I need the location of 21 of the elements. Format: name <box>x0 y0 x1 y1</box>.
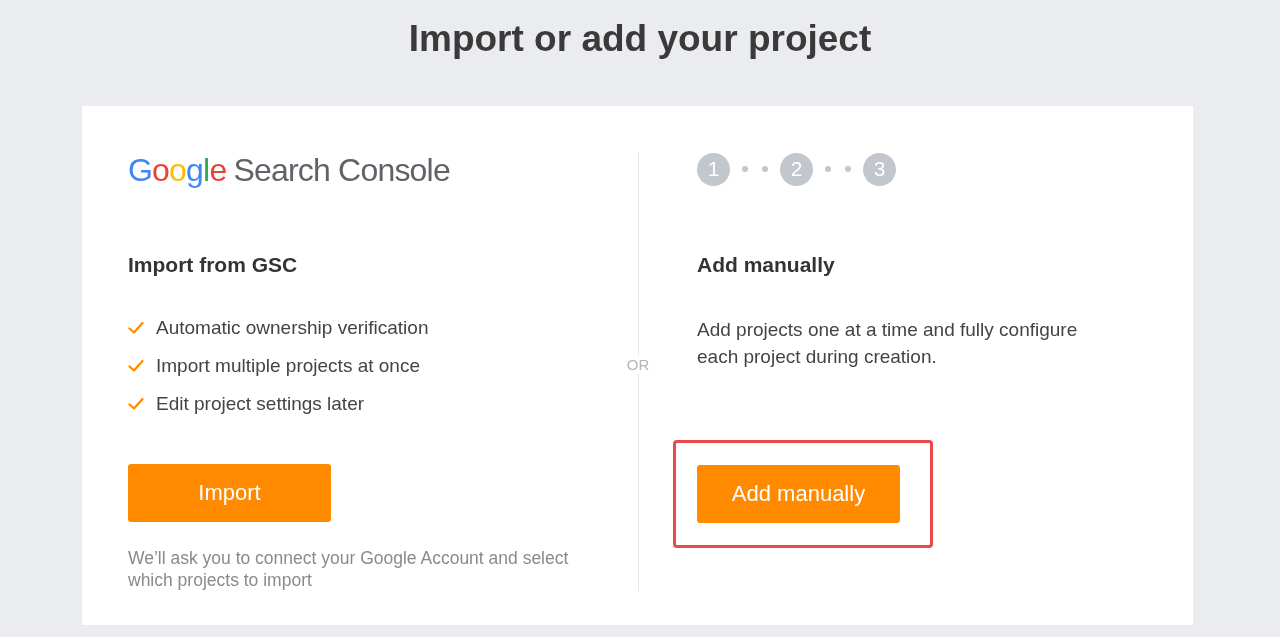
step-dot <box>845 166 851 172</box>
page-title: Import or add your project <box>407 17 873 61</box>
import-button[interactable]: Import <box>128 464 331 522</box>
feature-text: Import multiple projects at once <box>156 354 420 378</box>
checkmark-icon <box>128 397 144 411</box>
section-heading: Import from GSC <box>128 252 298 278</box>
step-number: 2 <box>780 152 813 186</box>
step-dot <box>762 166 768 172</box>
feature-text: Automatic ownership verification <box>156 316 429 340</box>
add-manually-button[interactable]: Add manually <box>697 465 900 523</box>
checkmark-icon <box>128 321 144 335</box>
step-number: 3 <box>863 152 896 186</box>
section-heading: Add manually <box>697 252 835 278</box>
step-dot <box>742 166 748 172</box>
checkmark-icon <box>128 359 144 373</box>
feature-text: Edit project settings later <box>156 392 365 416</box>
step-number: 1 <box>697 152 730 186</box>
step-dot <box>825 166 831 172</box>
search-console-logo: Google Search Console <box>128 152 450 188</box>
description-text: Add projects one at a time and fully configure each project during creation. <box>697 318 1079 369</box>
import-note: We’ll ask you to connect your Google Account and select which projects to import <box>128 547 570 591</box>
